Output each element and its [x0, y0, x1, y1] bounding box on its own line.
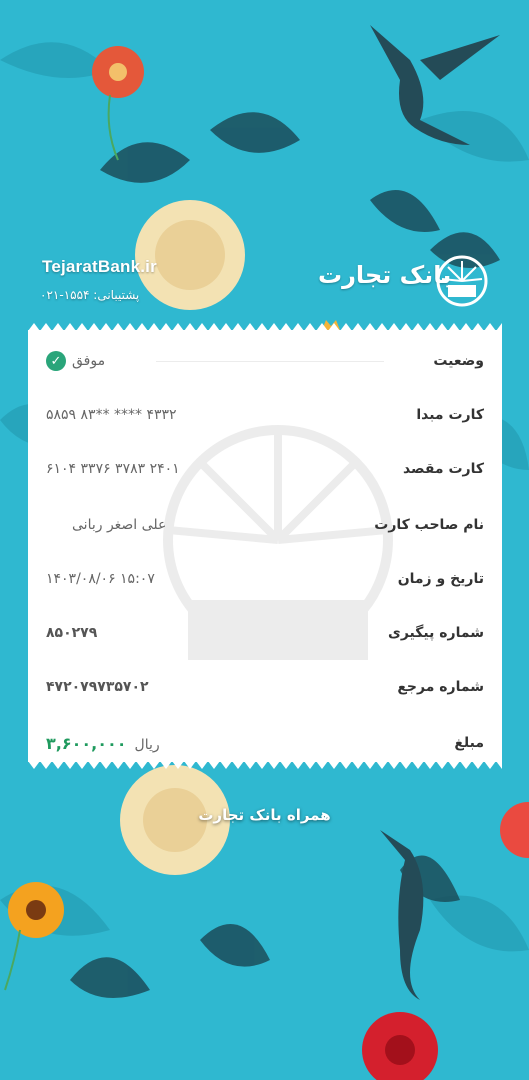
row-source-card: کارت مبدا ۵۸۵۹ ۸۳** **** ۴۳۳۲ [46, 400, 484, 430]
row-card-holder: نام صاحب کارت علی اصغر ربانی [46, 510, 484, 540]
row-divider [156, 361, 384, 362]
support-phone: پشتیبانی: ۱۵۵۴-۰۲۱ [40, 288, 140, 302]
datetime-value: ۱۴۰۳/۰۸/۰۶ ۱۵:۰۷ [46, 571, 155, 587]
reference-value: ۴۷۲۰۷۹۷۳۵۷۰۲ [46, 679, 149, 695]
status-label: وضعیت [433, 353, 484, 369]
amount-label: مبلغ [454, 735, 484, 751]
logo-text: بانک تجارت [318, 261, 452, 289]
amount-number: ۳,۶۰۰,۰۰۰ [46, 733, 127, 753]
row-datetime: تاریخ و زمان ۱۴۰۳/۰۸/۰۶ ۱۵:۰۷ [46, 564, 484, 594]
row-tracking: شماره پیگیری ۸۵۰۲۷۹ [46, 618, 484, 648]
source-card-label: کارت مبدا [416, 407, 484, 423]
bank-emblem-icon [436, 255, 488, 307]
card-holder-label: نام صاحب کارت [374, 517, 484, 533]
card-holder-value: علی اصغر ربانی [72, 517, 167, 533]
reference-label: شماره مرجع [397, 679, 484, 695]
receipt-edge-bottom [28, 761, 502, 769]
receipt-edge-top [28, 323, 502, 331]
source-card-value: ۵۸۵۹ ۸۳** **** ۴۳۳۲ [46, 407, 177, 423]
amount-value: ۳,۶۰۰,۰۰۰ ریال [46, 734, 160, 753]
site-url: TejaratBank.ir [42, 257, 157, 276]
bank-logo: بانک تجارت [318, 255, 488, 311]
row-status: وضعیت ✓ موفق [46, 346, 484, 376]
footer-title: همراه بانک تجارت [198, 806, 331, 824]
datetime-label: تاریخ و زمان [397, 571, 484, 587]
row-reference: شماره مرجع ۴۷۲۰۷۹۷۳۵۷۰۲ [46, 672, 484, 702]
row-dest-card: کارت مقصد ۶۱۰۴ ۳۳۷۶ ۳۷۸۳ ۲۴۰۱ [46, 454, 484, 484]
status-text: موفق [72, 353, 106, 369]
receipt-card: وضعیت ✓ موفق کارت مبدا ۵۸۵۹ ۸۳** **** ۴۳… [28, 323, 502, 769]
tracking-label: شماره پیگیری [388, 625, 484, 641]
row-amount: مبلغ ۳,۶۰۰,۰۰۰ ریال [46, 728, 484, 758]
status-value: ✓ موفق [46, 351, 105, 371]
check-circle-icon: ✓ [46, 351, 66, 371]
amount-currency: ریال [134, 736, 160, 753]
tracking-value: ۸۵۰۲۷۹ [46, 625, 98, 641]
dest-card-value: ۶۱۰۴ ۳۳۷۶ ۳۷۸۳ ۲۴۰۱ [46, 461, 180, 477]
dest-card-label: کارت مقصد [402, 461, 484, 477]
